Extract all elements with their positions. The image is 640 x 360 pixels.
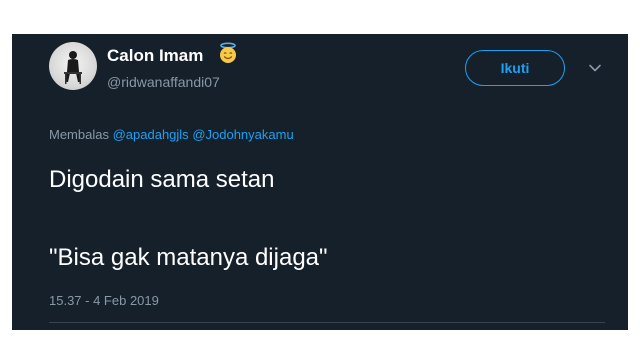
reply-prefix: Membalas [49,127,109,142]
smiling-face-with-halo-icon [220,42,236,63]
mention-link[interactable]: @Jodohnyakamu [192,127,293,142]
tweet-timestamp[interactable]: 15.37 - 4 Feb 2019 [49,293,159,308]
follow-button[interactable]: Ikuti [465,50,565,86]
user-handle[interactable]: @ridwanaffandi07 [107,74,220,90]
reply-context: Membalas @apadahgjls @Jodohnyakamu [49,127,294,142]
display-name[interactable]: Calon Imam [107,46,203,66]
tweet-text-line: "Bisa gak matanya dijaga" [49,244,328,271]
chevron-down-icon[interactable] [587,60,603,76]
avatar-silhouette [64,51,82,84]
divider [49,322,605,323]
tweet-text-line: Digodain sama setan [49,166,275,193]
tweet-card: Calon Imam @ridwanaffandi07 Ikuti Membal… [12,34,628,330]
mention-link[interactable]: @apadahgjls [113,127,189,142]
avatar[interactable] [49,42,97,90]
